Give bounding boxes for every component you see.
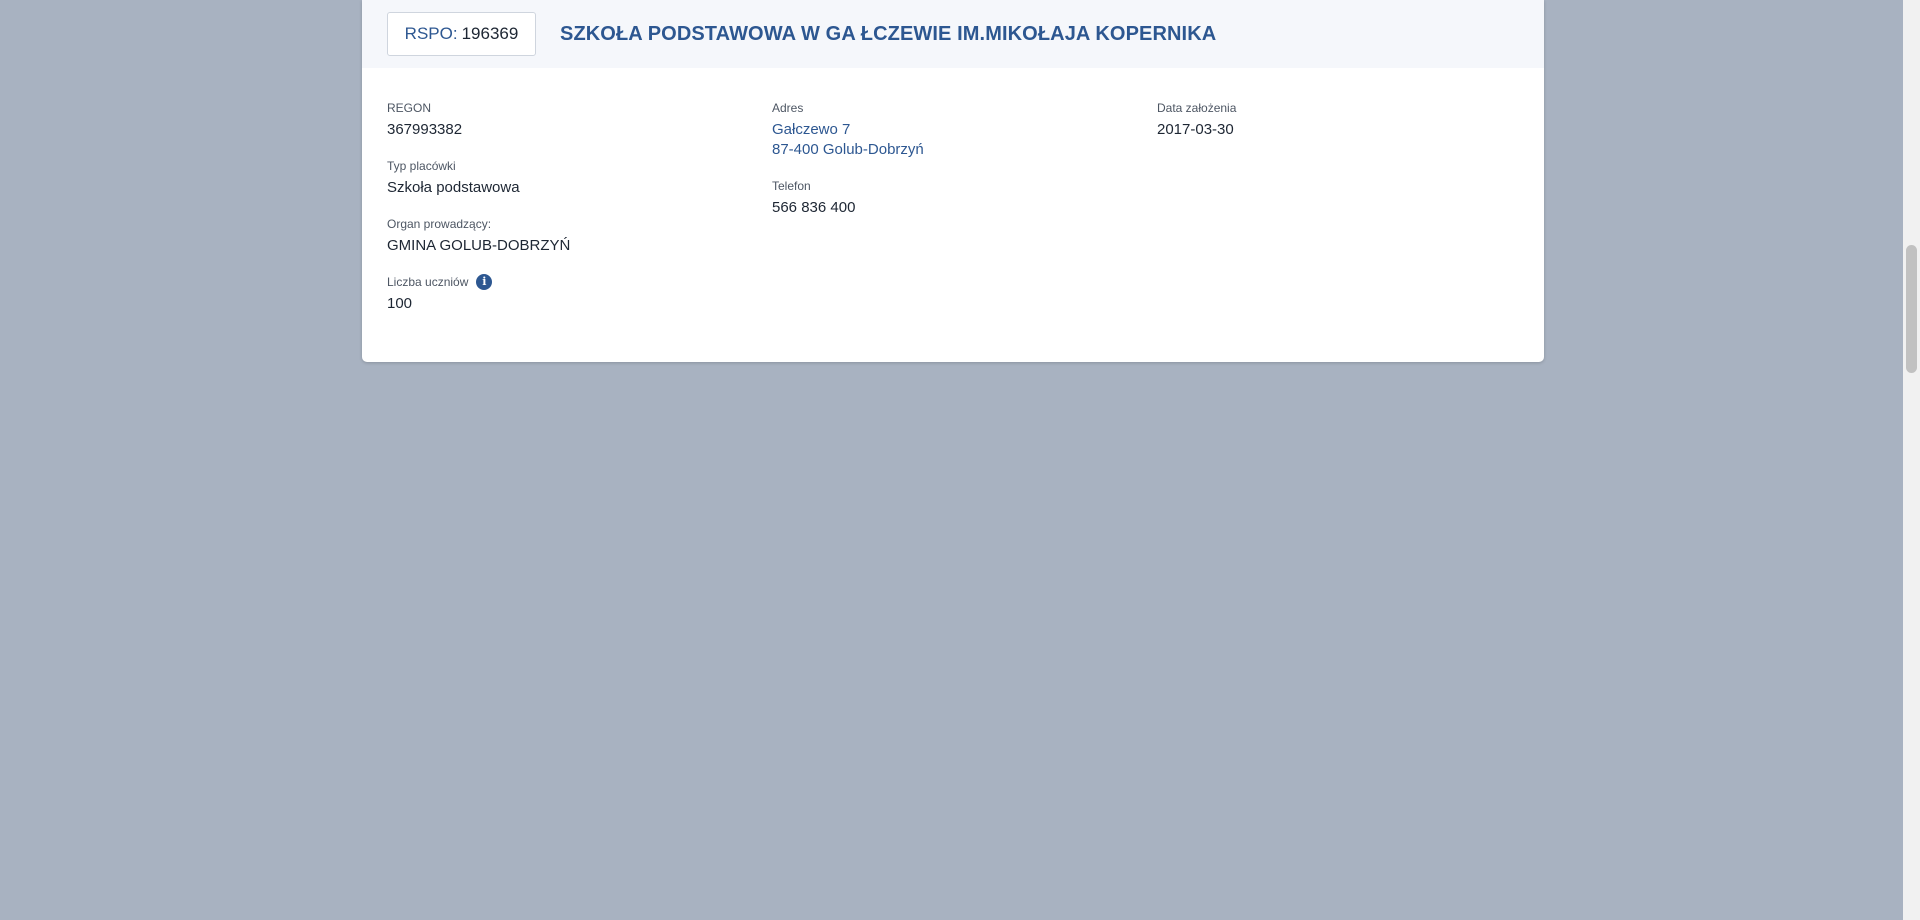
regon-value: 367993382 [387,121,463,138]
organ-field: Organ prowadzący: GMINA GOLUB-DOBRZYŃ [387,216,570,256]
students-label: Liczba uczniów [387,275,469,289]
regon-field: REGON 367993382 [387,100,570,140]
organ-value: GMINA GOLUB-DOBRZYŃ [387,237,571,254]
organ-label: Organ prowadzący: [387,217,492,231]
details-column-2: Adres Gałczewo 7 87-400 Golub-Dobrzyń Te… [772,100,924,236]
rspo-label: RSPO: [404,24,458,43]
phone-label: Telefon [772,179,811,193]
students-field: Liczba uczniów i 100 [387,274,570,314]
phone-field: Telefon 566 836 400 [772,178,924,218]
rspo-value: 196369 [461,24,519,43]
type-field: Typ placówki Szkoła podstawowa [387,158,570,198]
address-line-1[interactable]: Gałczewo 7 [772,120,924,140]
page: RSPO: 196369 SZKOŁA PODSTAWOWA W GA ŁCZE… [0,0,1920,920]
students-value: 100 [387,295,413,312]
details-column-3: Data założenia 2017-03-30 [1157,100,1236,158]
regon-label: REGON [387,101,432,115]
address-line-2[interactable]: 87-400 Golub-Dobrzyń [772,140,924,160]
rspo-badge: RSPO: 196369 [387,12,536,56]
address-label: Adres [772,101,804,115]
founded-label: Data założenia [1157,101,1237,115]
type-value: Szkoła podstawowa [387,179,520,196]
founded-value: 2017-03-30 [1157,121,1234,138]
students-label-row: Liczba uczniów i [387,274,570,290]
school-card: RSPO: 196369 SZKOŁA PODSTAWOWA W GA ŁCZE… [362,0,1544,362]
school-name: SZKOŁA PODSTAWOWA W GA ŁCZEWIE IM.MIKOŁA… [560,22,1217,45]
address-link[interactable]: Gałczewo 7 87-400 Golub-Dobrzyń [772,120,924,160]
type-label: Typ placówki [387,159,456,173]
school-card-header: RSPO: 196369 SZKOŁA PODSTAWOWA W GA ŁCZE… [362,0,1544,68]
school-details: REGON 367993382 Typ placówki Szkoła pods… [362,68,1544,362]
scrollbar-thumb[interactable] [1906,245,1917,373]
details-column-1: REGON 367993382 Typ placówki Szkoła pods… [387,100,570,332]
vertical-scrollbar[interactable] [1903,0,1920,920]
phone-value: 566 836 400 [772,199,856,216]
founded-field: Data założenia 2017-03-30 [1157,100,1236,140]
address-field: Adres Gałczewo 7 87-400 Golub-Dobrzyń [772,100,924,160]
info-icon[interactable]: i [476,274,493,290]
